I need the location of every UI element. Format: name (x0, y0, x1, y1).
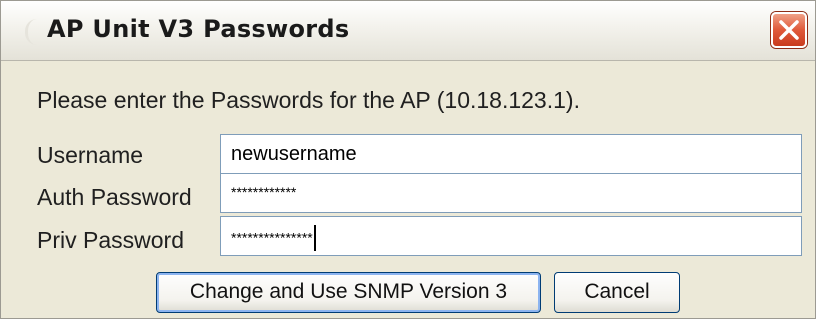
title-bar[interactable]: AP Unit V3 Passwords (1, 1, 815, 61)
change-and-use-snmp-v3-button[interactable]: Change and Use SNMP Version 3 (156, 272, 541, 313)
password-dialog: AP Unit V3 Passwords Please enter the Pa… (0, 0, 816, 319)
cancel-button[interactable]: Cancel (554, 272, 680, 313)
window-title: AP Unit V3 Passwords (47, 15, 350, 43)
priv-password-field[interactable]: *************** (220, 216, 802, 256)
auth-password-field[interactable]: ************ (220, 173, 802, 213)
username-field[interactable]: newusername (220, 134, 802, 174)
close-button[interactable] (771, 12, 807, 48)
close-icon (779, 20, 799, 40)
text-caret (313, 225, 316, 251)
priv-password-label: Priv Password (37, 227, 184, 253)
dialog-prompt: Please enter the Passwords for the AP (1… (37, 87, 580, 113)
window-icon (25, 19, 46, 45)
priv-password-value: *************** (231, 229, 313, 246)
username-label: Username (37, 142, 144, 168)
username-value: newusername (231, 143, 357, 165)
auth-password-label: Auth Password (37, 184, 192, 210)
auth-password-value: ************ (231, 184, 297, 200)
